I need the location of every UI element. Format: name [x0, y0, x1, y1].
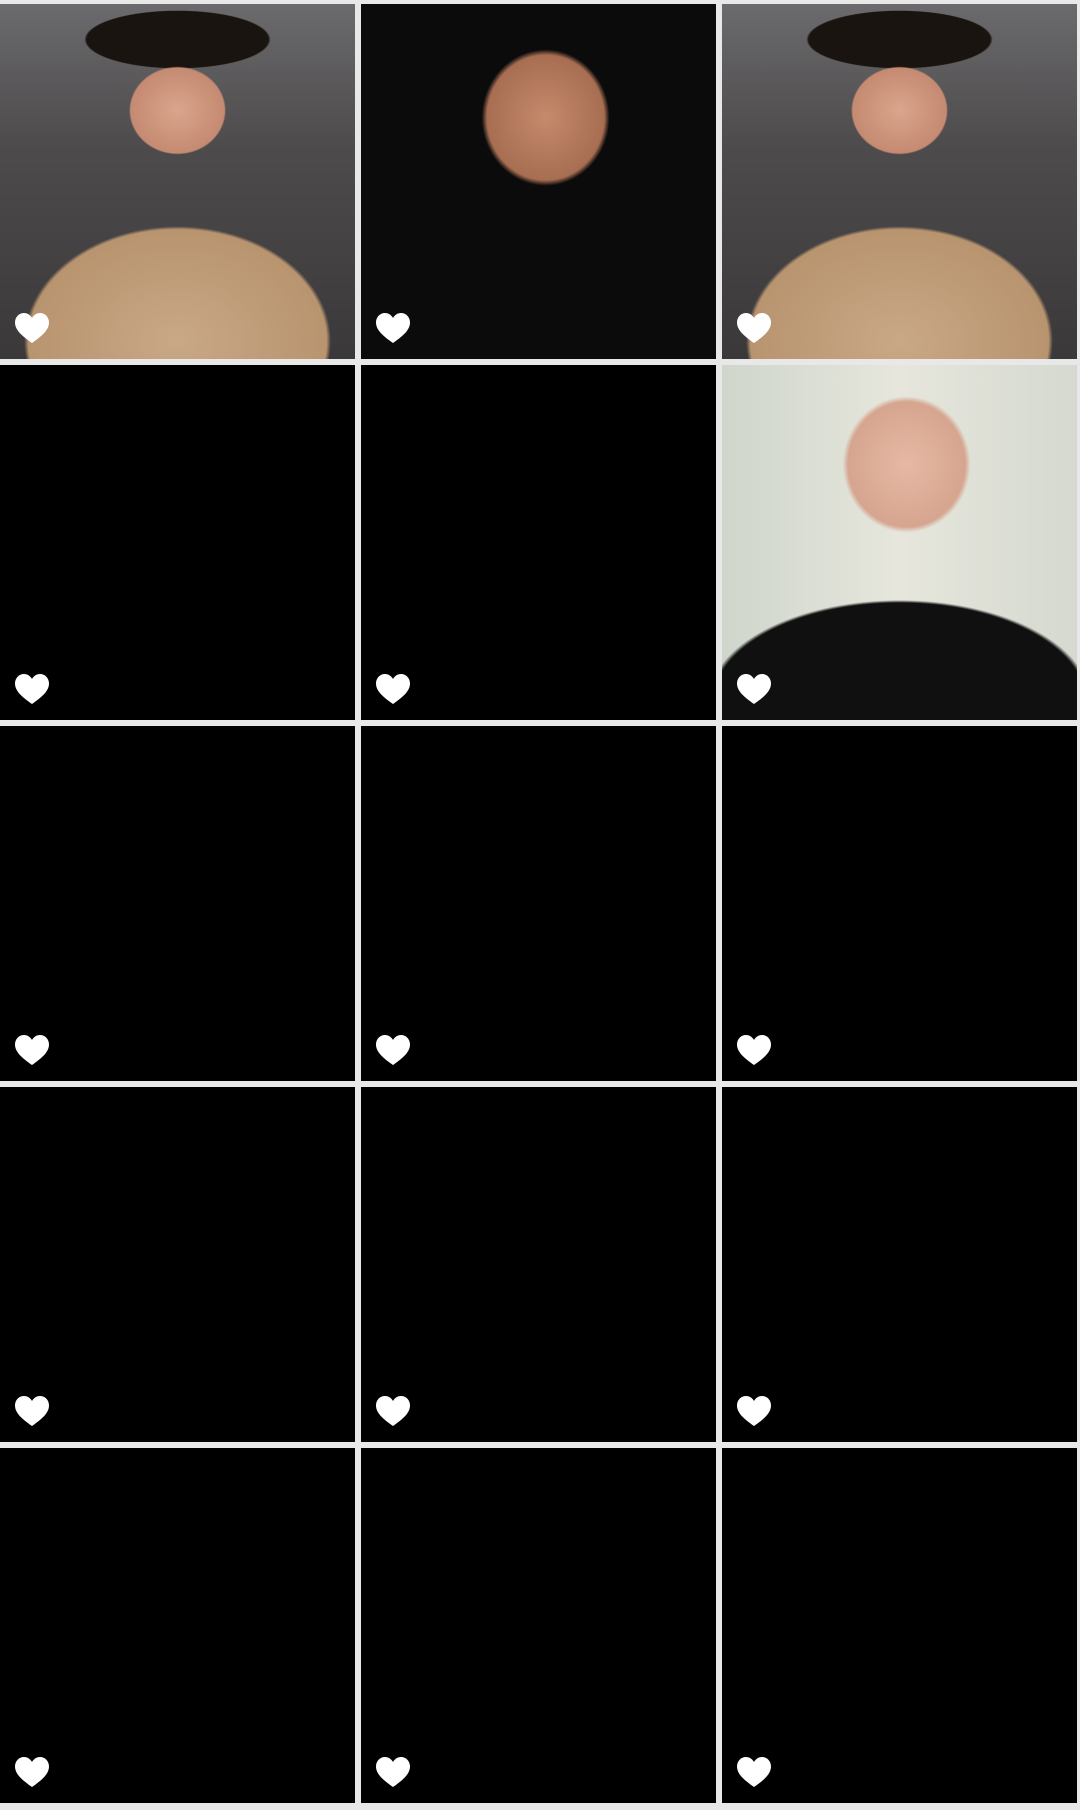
video-tile[interactable]	[722, 365, 1077, 720]
video-thumbnail	[361, 1448, 716, 1803]
video-tile[interactable]	[0, 1087, 355, 1442]
video-grid	[0, 0, 1080, 1810]
heart-icon	[375, 673, 411, 706]
video-tile[interactable]	[361, 726, 716, 1081]
video-thumbnail	[361, 4, 716, 359]
video-tile[interactable]	[0, 4, 355, 359]
heart-icon	[14, 1034, 50, 1067]
video-tile[interactable]	[722, 4, 1077, 359]
heart-icon	[14, 673, 50, 706]
heart-icon	[375, 1756, 411, 1789]
video-tile[interactable]	[722, 1087, 1077, 1442]
video-thumbnail	[722, 4, 1077, 359]
video-tile[interactable]	[0, 1448, 355, 1803]
heart-icon	[375, 312, 411, 345]
video-thumbnail	[0, 4, 355, 359]
heart-icon	[736, 1034, 772, 1067]
video-tile[interactable]	[0, 365, 355, 720]
video-tile[interactable]	[0, 726, 355, 1081]
video-thumbnail	[722, 1448, 1077, 1803]
video-tile[interactable]	[361, 1087, 716, 1442]
video-thumbnail	[722, 1087, 1077, 1442]
heart-icon	[375, 1034, 411, 1067]
heart-icon	[14, 1756, 50, 1789]
video-thumbnail	[0, 1087, 355, 1442]
video-thumbnail	[722, 365, 1077, 720]
video-thumbnail	[722, 726, 1077, 1081]
heart-icon	[14, 312, 50, 345]
heart-icon	[736, 312, 772, 345]
video-thumbnail	[0, 1448, 355, 1803]
video-tile[interactable]	[361, 4, 716, 359]
heart-icon	[14, 1395, 50, 1428]
heart-icon	[736, 1395, 772, 1428]
video-thumbnail	[0, 726, 355, 1081]
video-tile[interactable]	[361, 1448, 716, 1803]
heart-icon	[736, 673, 772, 706]
video-tile[interactable]	[722, 726, 1077, 1081]
video-thumbnail	[0, 365, 355, 720]
video-tile[interactable]	[361, 365, 716, 720]
heart-icon	[736, 1756, 772, 1789]
video-tile[interactable]	[722, 1448, 1077, 1803]
video-thumbnail	[361, 1087, 716, 1442]
video-thumbnail	[361, 726, 716, 1081]
heart-icon	[375, 1395, 411, 1428]
video-thumbnail	[361, 365, 716, 720]
